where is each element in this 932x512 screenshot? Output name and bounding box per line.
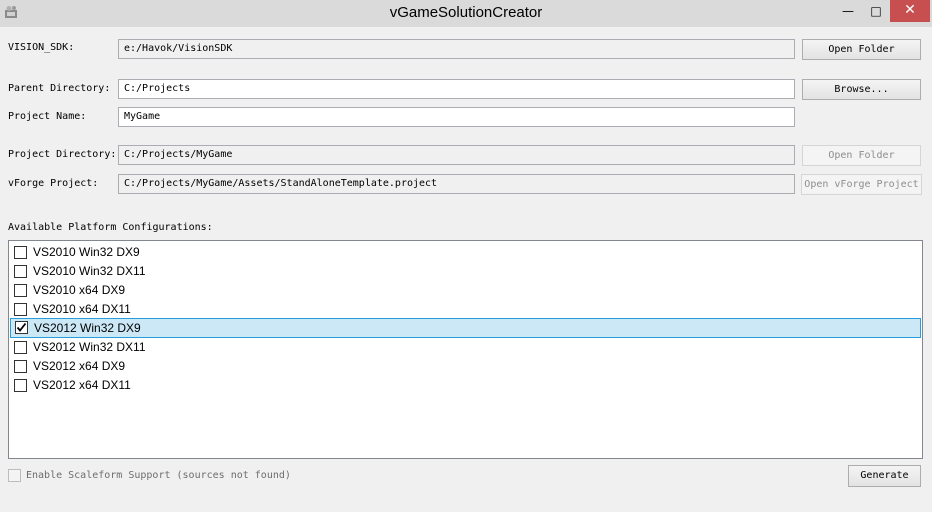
browse-button[interactable]: Browse... — [802, 79, 921, 100]
scaleform-checkbox[interactable] — [8, 469, 21, 482]
vforge-project-label: vForge Project: — [8, 178, 99, 189]
checkbox[interactable] — [14, 379, 27, 392]
checkbox[interactable] — [14, 341, 27, 354]
platform-item-label: VS2012 Win32 DX11 — [33, 340, 146, 354]
platform-item-label: VS2010 Win32 DX9 — [33, 245, 140, 259]
vision-sdk-open-folder-button[interactable]: Open Folder — [802, 39, 921, 60]
platform-item[interactable]: VS2012 x64 DX11 — [10, 376, 921, 395]
checkbox[interactable] — [14, 265, 27, 278]
platform-item[interactable]: VS2012 Win32 DX11 — [10, 338, 921, 357]
platform-item[interactable]: VS2010 Win32 DX9 — [10, 243, 921, 262]
open-vforge-project-button[interactable]: Open vForge Project — [801, 174, 922, 195]
window-title: vGameSolutionCreator — [389, 4, 543, 21]
project-directory-label: Project Directory: — [8, 149, 117, 160]
platform-item-label: VS2010 x64 DX11 — [33, 302, 131, 316]
title-bar[interactable]: vGameSolutionCreator — □ ✕ — [0, 0, 932, 27]
platform-item-label: VS2012 x64 DX11 — [33, 378, 131, 392]
platform-item-label: VS2012 x64 DX9 — [33, 359, 126, 373]
project-directory-field[interactable]: C:/Projects/MyGame — [118, 145, 795, 165]
platform-item[interactable]: VS2010 x64 DX9 — [10, 281, 921, 300]
checkbox[interactable] — [14, 360, 27, 373]
platform-item[interactable]: VS2012 x64 DX9 — [10, 357, 921, 376]
parent-directory-field[interactable]: C:/Projects — [118, 79, 795, 99]
checkbox[interactable] — [14, 284, 27, 297]
parent-directory-label: Parent Directory: — [8, 83, 111, 94]
platform-item[interactable]: VS2010 x64 DX11 — [10, 300, 921, 319]
platform-item-label: VS2012 Win32 DX9 — [34, 321, 141, 335]
vision-sdk-label: VISION_SDK: — [8, 42, 75, 53]
platform-item-label: VS2010 x64 DX9 — [33, 283, 126, 297]
checkbox-checked[interactable] — [15, 321, 28, 334]
vforge-project-field[interactable]: C:/Projects/MyGame/Assets/StandAloneTemp… — [118, 174, 795, 194]
maximize-icon[interactable]: □ — [862, 0, 890, 22]
platform-item[interactable]: VS2010 Win32 DX11 — [10, 262, 921, 281]
close-icon[interactable]: ✕ — [890, 0, 930, 22]
main-window: vGameSolutionCreator — □ ✕ VISION_SDK: e… — [0, 0, 932, 512]
checkbox[interactable] — [14, 246, 27, 259]
vision-sdk-field[interactable]: e:/Havok/VisionSDK — [118, 39, 795, 59]
project-name-field[interactable]: MyGame — [118, 107, 795, 127]
checkbox[interactable] — [14, 303, 27, 316]
platform-config-list[interactable]: VS2010 Win32 DX9 VS2010 Win32 DX11 VS201… — [8, 240, 923, 459]
platforms-label: Available Platform Configurations: — [8, 222, 213, 233]
platform-item-selected[interactable]: VS2012 Win32 DX9 — [10, 318, 921, 338]
platform-item-label: VS2010 Win32 DX11 — [33, 264, 146, 278]
minimize-icon[interactable]: — — [834, 0, 862, 22]
scaleform-label: Enable Scaleform Support (sources not fo… — [26, 470, 291, 481]
checkmark-icon — [16, 322, 27, 332]
project-name-label: Project Name: — [8, 111, 87, 122]
project-open-folder-button[interactable]: Open Folder — [802, 145, 921, 166]
generate-button[interactable]: Generate — [848, 465, 921, 487]
